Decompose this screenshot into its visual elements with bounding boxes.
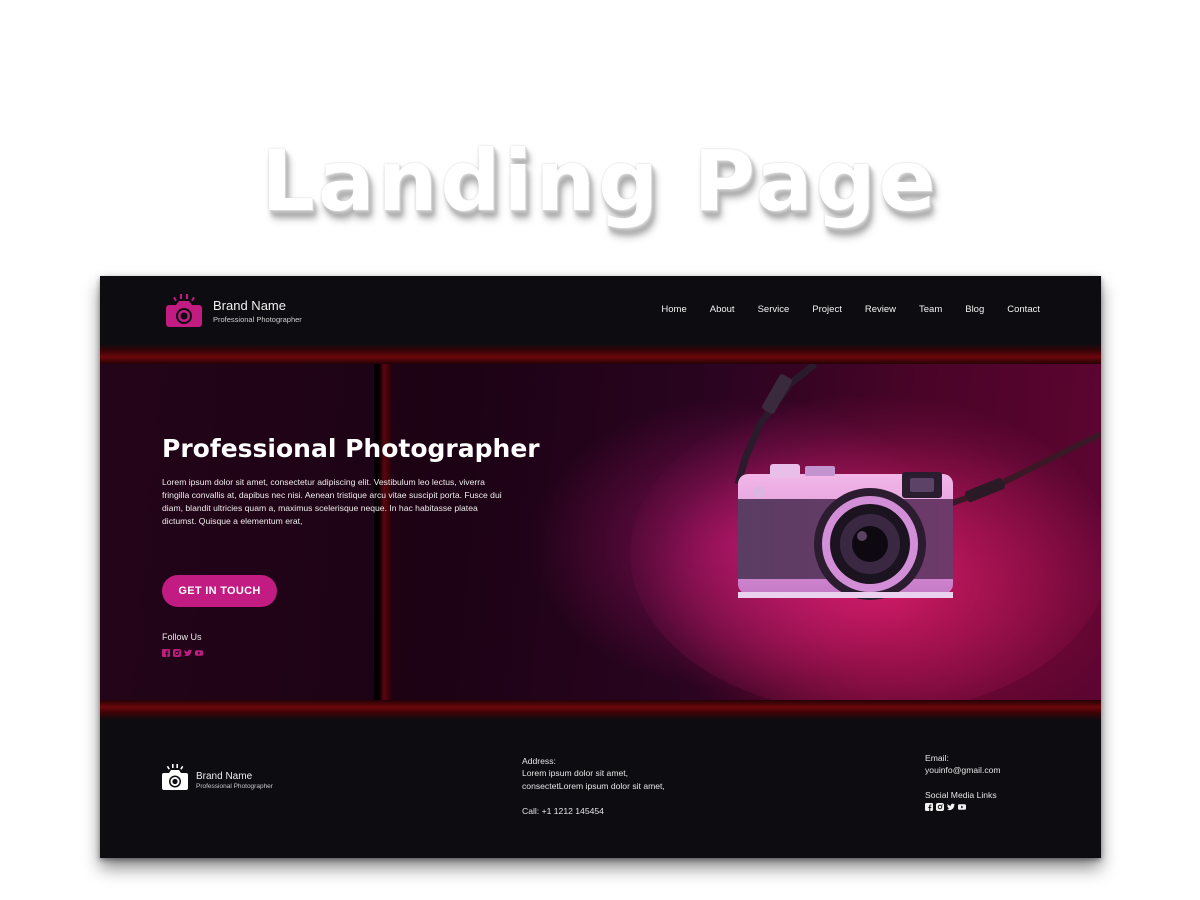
facebook-icon[interactable] — [925, 803, 933, 811]
footer-social-links — [925, 803, 966, 811]
brand-subtitle: Professional Photographer — [213, 315, 302, 324]
footer-brand-subtitle: Professional Photographer — [196, 783, 273, 790]
get-in-touch-button[interactable]: GET IN TOUCH — [162, 575, 277, 607]
hero-social-links — [162, 649, 203, 657]
instagram-icon[interactable] — [173, 649, 181, 657]
social-media-label: Social Media Links — [925, 790, 997, 800]
hero-divider — [374, 364, 392, 700]
nav-team[interactable]: Team — [919, 304, 942, 315]
email-link[interactable]: youinfo@gmail.com — [925, 764, 1001, 777]
email-label: Email: — [925, 753, 949, 763]
page-title: Landing Page — [261, 132, 939, 230]
nav-service[interactable]: Service — [758, 304, 790, 315]
address-line-1: Lorem ipsum dolor sit amet, — [522, 768, 629, 778]
decorative-band-bottom — [100, 700, 1101, 720]
landing-page-mockup: Brand Name Professional Photographer Hom… — [100, 276, 1101, 858]
camera-logo-icon[interactable] — [165, 291, 203, 329]
footer-brand-name: Brand Name — [196, 771, 253, 782]
youtube-icon[interactable] — [195, 649, 203, 657]
site-header: Brand Name Professional Photographer Hom… — [100, 276, 1101, 344]
site-footer: Brand Name Professional Photographer Add… — [100, 720, 1101, 858]
hero-description: Lorem ipsum dolor sit amet, consectetur … — [162, 477, 502, 526]
camera-logo-icon[interactable] — [161, 762, 189, 792]
youtube-icon[interactable] — [958, 803, 966, 811]
nav-review[interactable]: Review — [865, 304, 896, 315]
address-label: Address: — [522, 756, 556, 766]
follow-us-label: Follow Us — [162, 632, 202, 642]
address-line-2: consectetLorem ipsum dolor sit amet, — [522, 781, 665, 791]
decorative-band-top — [100, 344, 1101, 364]
main-nav: Home About Service Project Review Team B… — [638, 304, 1040, 315]
instagram-icon[interactable] — [936, 803, 944, 811]
hero-section: Professional Photographer Lorem ipsum do… — [100, 364, 1101, 700]
brand-name: Brand Name — [213, 298, 286, 313]
nav-about[interactable]: About — [710, 304, 735, 315]
nav-contact[interactable]: Contact — [1007, 304, 1040, 315]
facebook-icon[interactable] — [162, 649, 170, 657]
camera-image — [630, 364, 1101, 700]
nav-blog[interactable]: Blog — [965, 304, 984, 315]
nav-project[interactable]: Project — [812, 304, 842, 315]
hero-title: Professional Photographer — [162, 434, 540, 463]
twitter-icon[interactable] — [947, 803, 955, 811]
nav-home[interactable]: Home — [661, 304, 686, 315]
phone-number: Call: +1 1212 145454 — [522, 806, 604, 816]
twitter-icon[interactable] — [184, 649, 192, 657]
